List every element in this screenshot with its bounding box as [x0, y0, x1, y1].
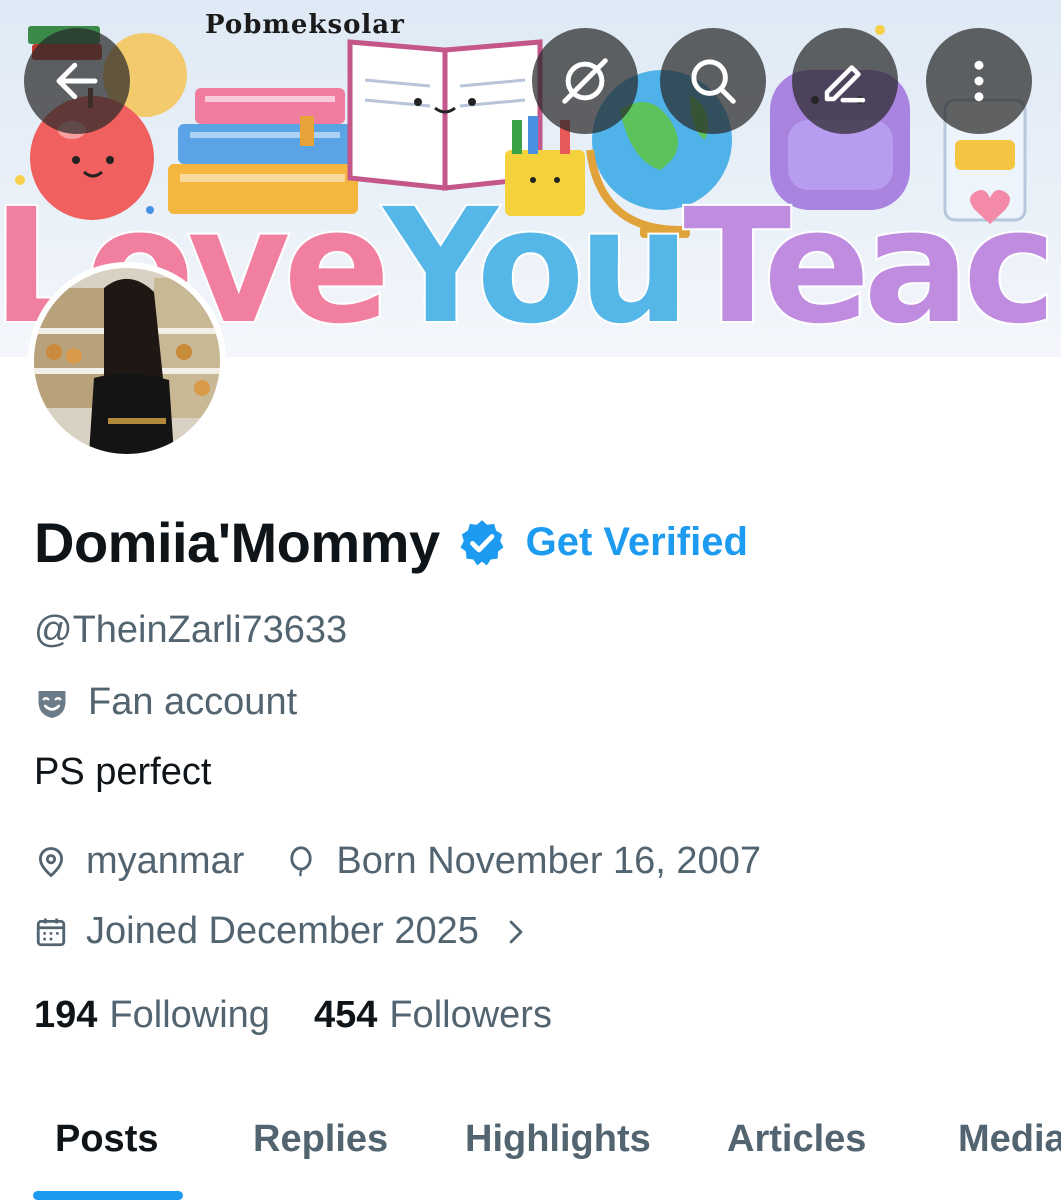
- tab-articles[interactable]: Articles: [727, 1118, 866, 1161]
- followers-label: Followers: [389, 994, 552, 1036]
- bio: PS perfect: [34, 751, 212, 793]
- chevron-right-icon: [509, 920, 523, 943]
- search-button[interactable]: [660, 28, 766, 134]
- edit-button[interactable]: [792, 28, 898, 134]
- followers-count: 454: [313, 994, 378, 1036]
- grok-button[interactable]: [532, 28, 638, 134]
- grok-icon: [562, 58, 608, 104]
- verified-badge-icon[interactable]: [456, 517, 508, 569]
- following-count: 194: [34, 994, 98, 1036]
- tab-replies[interactable]: Replies: [253, 1118, 388, 1161]
- more-vertical-icon: [974, 60, 984, 102]
- joined-text: Joined December 2025: [86, 910, 479, 952]
- avatar[interactable]: [28, 262, 226, 460]
- joined-row[interactable]: Joined December 2025: [34, 910, 549, 953]
- follow-stats: 194 Following 454 Followers: [34, 994, 552, 1037]
- avatar-photo: [34, 268, 220, 454]
- name-row: Domiia'Mommy Get Verified: [34, 510, 748, 575]
- more-button[interactable]: [926, 28, 1032, 134]
- tab-highlights[interactable]: Highlights: [465, 1118, 651, 1161]
- birthday-text: Born November 16, 2007: [336, 840, 761, 882]
- banner-text-teacher: Teacher: [681, 175, 1061, 357]
- location-pin-icon: [38, 846, 64, 877]
- following-label: Following: [109, 994, 270, 1036]
- banner-watermark: Pobmeksolar: [205, 10, 405, 40]
- tab-media[interactable]: Media: [958, 1118, 1061, 1161]
- edit-icon: [824, 65, 866, 103]
- location: myanmar: [34, 840, 244, 883]
- back-arrow-icon: [56, 62, 98, 100]
- birthday: Born November 16, 2007: [284, 840, 761, 883]
- display-name: Domiia'Mommy: [34, 511, 440, 574]
- account-label-text: Fan account: [88, 681, 298, 723]
- get-verified-link[interactable]: Get Verified: [526, 520, 748, 565]
- followers-link[interactable]: 454 Followers: [314, 994, 552, 1037]
- meta-row-location-birthday: myanmar Born November 16, 2007: [34, 840, 761, 883]
- following-link[interactable]: 194 Following: [34, 994, 270, 1037]
- tab-posts[interactable]: Posts: [55, 1118, 158, 1161]
- back-button[interactable]: [24, 28, 130, 134]
- location-text: myanmar: [86, 840, 245, 882]
- balloon-icon: [290, 845, 312, 877]
- calendar-icon: [36, 918, 66, 946]
- active-tab-indicator: [33, 1191, 183, 1200]
- banner-text-you: You: [381, 175, 692, 357]
- search-icon: [691, 59, 736, 104]
- user-handle: @TheinZarli73633: [34, 609, 348, 651]
- account-label[interactable]: Fan account: [34, 681, 297, 724]
- theater-masks-icon: [38, 690, 66, 718]
